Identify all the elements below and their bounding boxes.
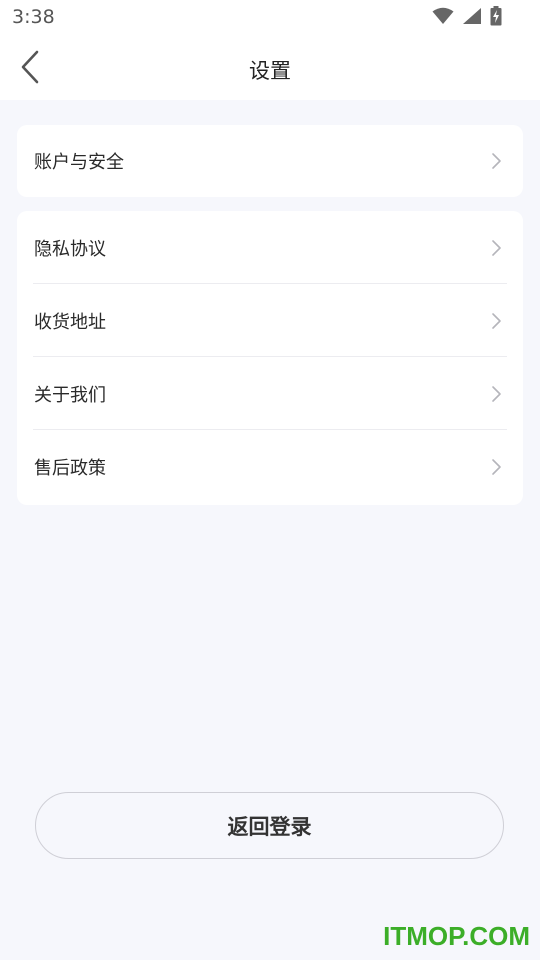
settings-item-label: 隐私协议 xyxy=(34,238,106,260)
chevron-right-icon xyxy=(489,458,503,476)
settings-item-privacy[interactable]: 隐私协议 xyxy=(17,211,523,284)
settings-item-label: 收货地址 xyxy=(34,311,106,333)
settings-item-address[interactable]: 收货地址 xyxy=(17,284,523,357)
status-icons xyxy=(432,6,502,26)
page-title: 设置 xyxy=(249,59,291,83)
chevron-right-icon xyxy=(489,152,503,170)
back-to-login-button[interactable]: 返回登录 xyxy=(35,792,504,859)
settings-group-info: 隐私协议 收货地址 关于我们 售后政策 xyxy=(17,211,523,505)
settings-item-after-sales[interactable]: 售后政策 xyxy=(17,430,523,503)
settings-item-about[interactable]: 关于我们 xyxy=(17,357,523,430)
settings-item-label: 关于我们 xyxy=(34,384,106,406)
status-time: 3:38 xyxy=(12,6,55,28)
settings-item-label: 售后政策 xyxy=(34,457,106,479)
settings-group-account: 账户与安全 xyxy=(17,125,523,197)
status-bar: 3:38 xyxy=(0,0,540,38)
settings-item-account-security[interactable]: 账户与安全 xyxy=(17,125,523,197)
settings-item-label: 账户与安全 xyxy=(34,152,124,173)
battery-charging-icon xyxy=(490,6,502,26)
chevron-right-icon xyxy=(489,312,503,330)
header: 设置 xyxy=(0,38,540,100)
watermark: ITMOP.COM xyxy=(383,921,530,951)
chevron-right-icon xyxy=(489,385,503,403)
chevron-right-icon xyxy=(489,239,503,257)
wifi-icon xyxy=(432,7,454,25)
signal-icon xyxy=(462,7,482,25)
